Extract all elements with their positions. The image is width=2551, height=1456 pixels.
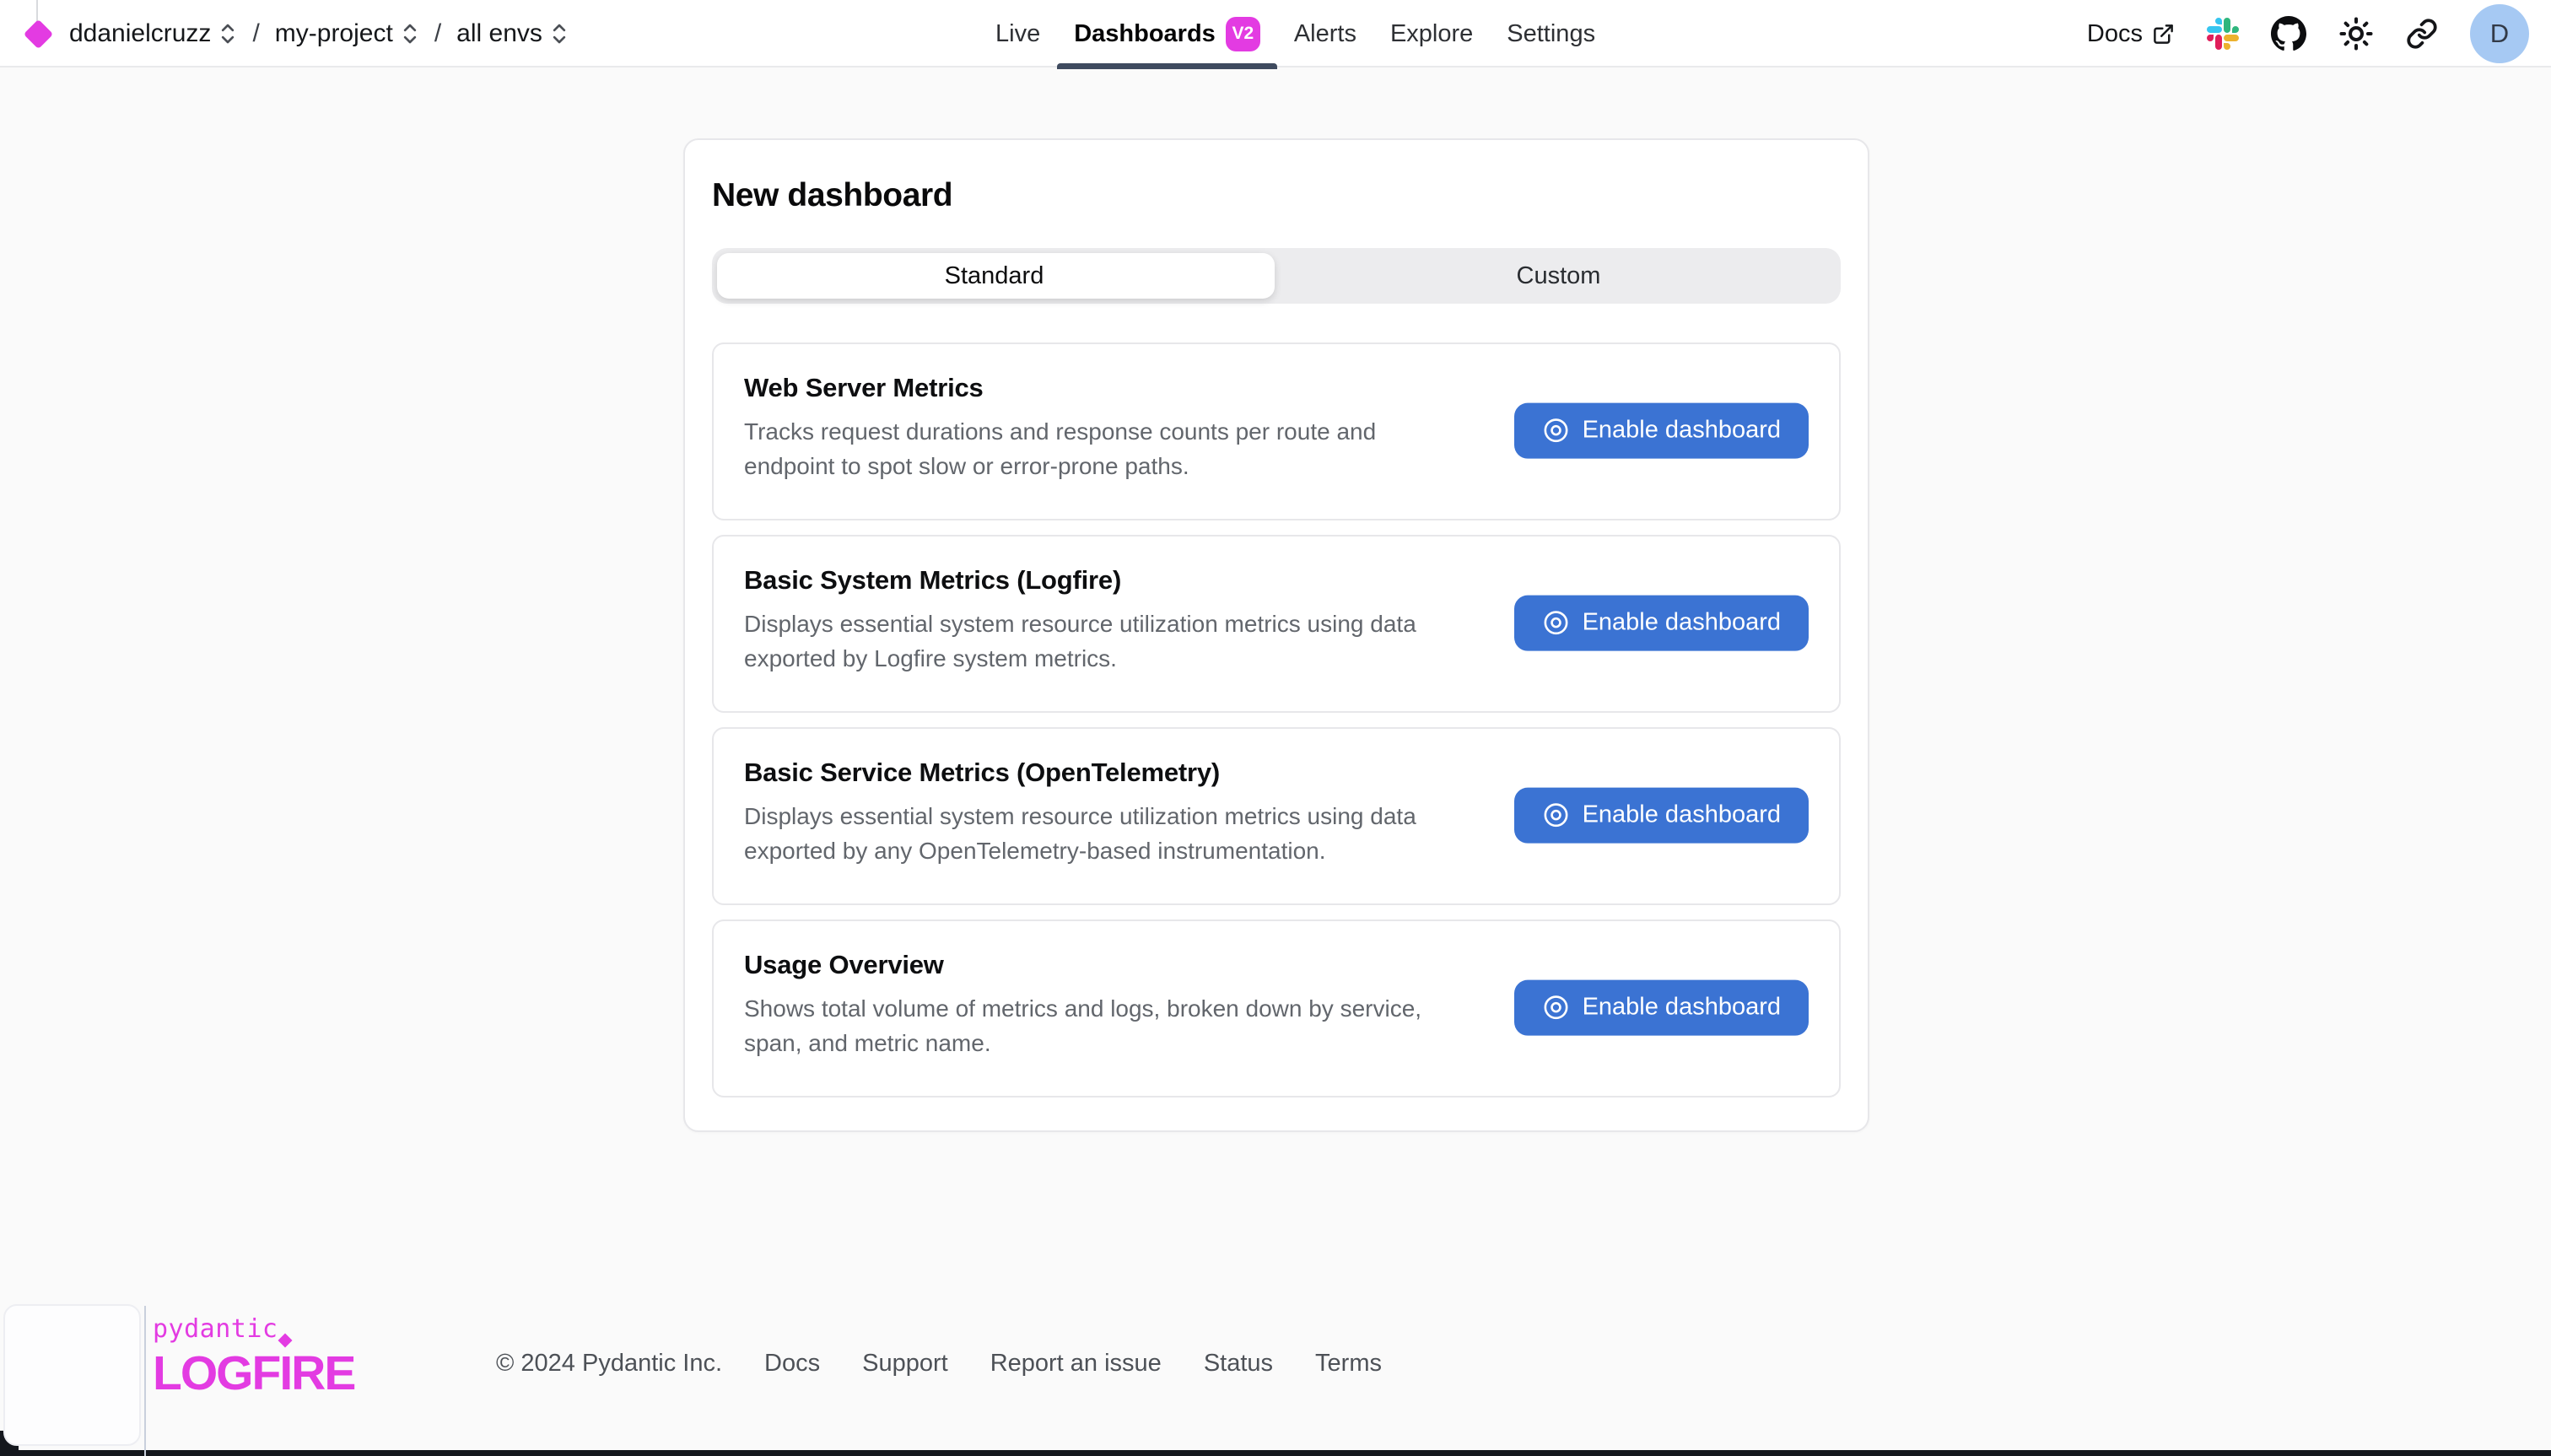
enable-dashboard-button[interactable]: Enable dashboard — [1514, 979, 1809, 1035]
footer-link-docs[interactable]: Docs — [764, 1350, 820, 1378]
nav-tab-alerts[interactable]: Alerts — [1277, 0, 1373, 67]
tab-standard-label: Standard — [945, 262, 1044, 290]
enable-dashboard-button-label: Enable dashboard — [1583, 417, 1781, 445]
breadcrumb-separator: / — [249, 19, 262, 48]
user-avatar-letter: D — [2490, 19, 2509, 49]
new-dashboard-panel: New dashboard Standard Custom Web Server… — [683, 138, 1869, 1132]
enable-dashboard-button[interactable]: Enable dashboard — [1514, 787, 1809, 843]
breadcrumb-project-label: my-project — [275, 19, 393, 48]
template-description: Shows total volume of metrics and logs, … — [744, 991, 1503, 1060]
logfire-diamond-logo-icon — [24, 19, 53, 48]
enable-dashboard-button[interactable]: Enable dashboard — [1514, 595, 1809, 650]
page-title: New dashboard — [712, 177, 1841, 214]
footer-copyright: © 2024 Pydantic Inc. — [496, 1350, 722, 1378]
docs-link-label: Docs — [2087, 20, 2143, 48]
chevron-up-down-icon — [550, 21, 569, 46]
footer-link-terms[interactable]: Terms — [1315, 1350, 1382, 1378]
footer-link-report-an-issue[interactable]: Report an issue — [990, 1350, 1162, 1378]
nav-tab-explore[interactable]: Explore — [1373, 0, 1490, 67]
tab-standard[interactable]: Standard — [712, 248, 1276, 304]
enable-dashboard-button[interactable]: Enable dashboard — [1514, 402, 1809, 458]
template-title: Usage Overview — [744, 950, 1809, 980]
footer-vertical-rule — [144, 1306, 146, 1456]
top-navigation-bar: ddanielcruzz / my-project / all envs Liv… — [0, 0, 2551, 67]
breadcrumb: ddanielcruzz / my-project / all envs — [26, 0, 569, 67]
v2-badge: V2 — [1226, 17, 1260, 51]
template-card-usage-overview: Usage Overview Shows total volume of met… — [712, 919, 1841, 1097]
chevron-up-down-icon — [218, 21, 237, 46]
nav-tab-live[interactable]: Live — [979, 0, 1057, 67]
template-description: Tracks request durations and response co… — [744, 414, 1503, 483]
footer-dark-strip — [0, 1450, 2551, 1456]
nav-tab-live-label: Live — [995, 20, 1040, 48]
dashboard-template-list: Web Server Metrics Tracks request durati… — [712, 342, 1841, 1097]
link-icon[interactable] — [2406, 18, 2438, 50]
docs-link[interactable]: Docs — [2087, 20, 2175, 48]
chevron-up-down-icon — [401, 21, 419, 46]
external-link-icon — [2152, 23, 2175, 46]
nav-tab-alerts-label: Alerts — [1294, 20, 1356, 48]
nav-tab-dashboards-label: Dashboards — [1074, 20, 1216, 48]
breadcrumb-org-selector[interactable]: ddanielcruzz — [69, 19, 237, 48]
nav-tab-settings-label: Settings — [1507, 20, 1595, 48]
dashboard-type-toggle: Standard Custom — [712, 248, 1841, 304]
template-card-basic-service-metrics: Basic Service Metrics (OpenTelemetry) Di… — [712, 727, 1841, 905]
primary-nav: Live Dashboards V2 Alerts Explore Settin… — [979, 0, 1612, 67]
template-title: Web Server Metrics — [744, 373, 1809, 403]
logfire-wordmark-i: I — [279, 1346, 291, 1400]
breadcrumb-org-label: ddanielcruzz — [69, 19, 211, 48]
breadcrumb-env-label: all envs — [456, 19, 542, 48]
eye-circle-icon — [1542, 417, 1570, 445]
breadcrumb-project-selector[interactable]: my-project — [275, 19, 419, 48]
nav-tab-settings[interactable]: Settings — [1490, 0, 1612, 67]
enable-dashboard-button-label: Enable dashboard — [1583, 994, 1781, 1022]
footer-corner-widget — [3, 1304, 141, 1446]
nav-tab-explore-label: Explore — [1390, 20, 1473, 48]
logfire-wordmark-right: RE — [291, 1350, 354, 1398]
template-description: Displays essential system resource utili… — [744, 607, 1503, 676]
theme-sun-icon[interactable] — [2338, 16, 2374, 51]
enable-dashboard-button-label: Enable dashboard — [1583, 801, 1781, 829]
breadcrumb-env-selector[interactable]: all envs — [456, 19, 569, 48]
logfire-wordmark-left: LOGF — [153, 1350, 279, 1398]
tab-custom-label: Custom — [1517, 262, 1601, 290]
footer-link-support[interactable]: Support — [862, 1350, 948, 1378]
logfire-wordmark: LOGFIRE — [153, 1350, 354, 1398]
eye-circle-icon — [1542, 609, 1570, 637]
template-description: Displays essential system resource utili… — [744, 799, 1503, 868]
topbar-right-cluster: Docs D — [2087, 0, 2529, 67]
nav-tab-dashboards[interactable]: Dashboards V2 — [1057, 0, 1277, 67]
template-card-web-server-metrics: Web Server Metrics Tracks request durati… — [712, 342, 1841, 520]
template-title: Basic Service Metrics (OpenTelemetry) — [744, 758, 1809, 788]
github-icon[interactable] — [2271, 16, 2306, 51]
user-avatar[interactable]: D — [2470, 4, 2529, 63]
footer-link-status[interactable]: Status — [1204, 1350, 1273, 1378]
template-title: Basic System Metrics (Logfire) — [744, 565, 1809, 596]
pydantic-wordmark: pydantic — [153, 1314, 354, 1344]
breadcrumb-separator: / — [431, 19, 445, 48]
eye-circle-icon — [1542, 801, 1570, 829]
logfire-footer-logo[interactable]: pydantic LOGFIRE — [153, 1314, 354, 1398]
enable-dashboard-button-label: Enable dashboard — [1583, 609, 1781, 637]
eye-circle-icon — [1542, 994, 1570, 1022]
footer-links: © 2024 Pydantic Inc. Docs Support Report… — [496, 1350, 1382, 1378]
slack-icon[interactable] — [2207, 18, 2239, 50]
tab-custom[interactable]: Custom — [1276, 248, 1841, 304]
template-card-basic-system-metrics: Basic System Metrics (Logfire) Displays … — [712, 535, 1841, 713]
